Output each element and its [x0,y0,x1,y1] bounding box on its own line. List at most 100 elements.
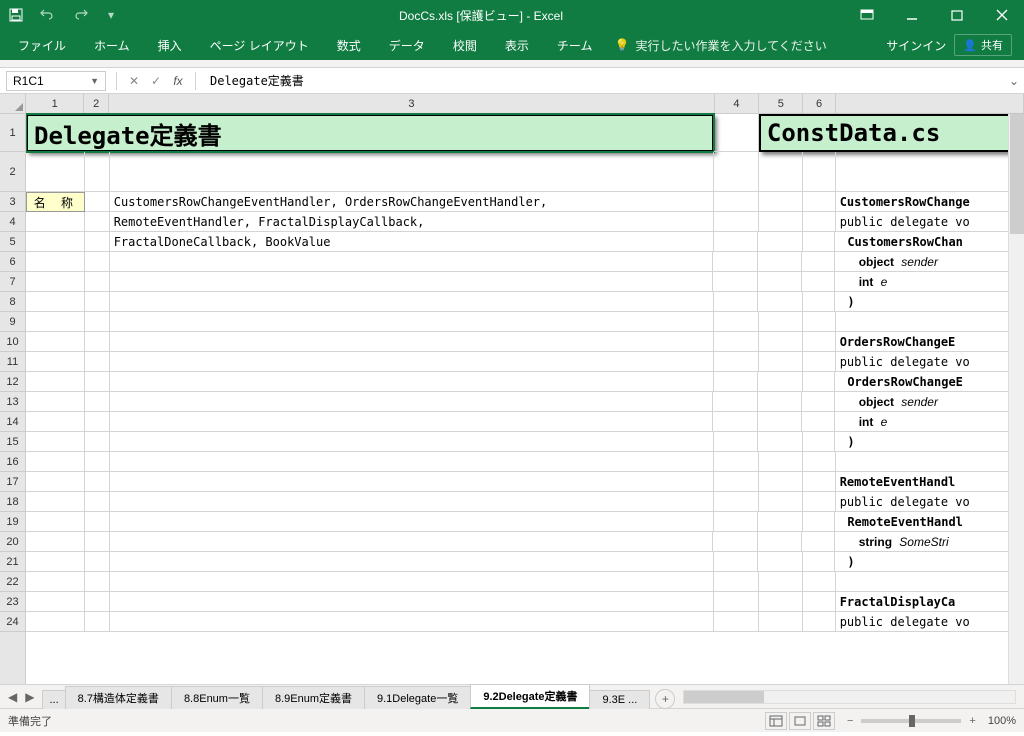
cell[interactable] [110,372,714,392]
cell[interactable] [836,572,1024,592]
fx-icon[interactable]: fx [167,74,189,88]
cell[interactable] [758,252,803,272]
formula-input[interactable]: Delegate定義書 [202,72,1004,89]
row-header[interactable]: 13 [0,392,25,412]
cell[interactable]: RemoteEventHandler, FractalDisplayCallba… [110,212,714,232]
cell[interactable] [85,252,110,272]
cell[interactable] [714,192,759,212]
cell[interactable] [26,552,85,572]
cell[interactable] [758,552,803,572]
row-header[interactable]: 15 [0,432,25,452]
tab-review[interactable]: 校閲 [439,30,491,60]
title-cell-right[interactable]: ConstData.cs [759,114,1024,152]
cell[interactable] [759,492,804,512]
row-header[interactable]: 1 [0,114,25,152]
cell[interactable]: string SomeStri [835,532,1024,552]
cell[interactable] [85,472,110,492]
cell[interactable] [85,392,110,412]
cell[interactable] [26,472,85,492]
cell[interactable] [110,492,714,512]
cell[interactable] [714,292,759,312]
zoom-slider[interactable]: − + [843,715,980,727]
cell[interactable] [26,412,85,432]
ribbon-display-icon[interactable] [844,0,889,30]
cell[interactable] [110,452,714,472]
sheet-tab-partial[interactable]: 9.3E ... [589,690,650,709]
cell[interactable] [713,272,758,292]
save-icon[interactable] [8,7,24,23]
cell[interactable] [803,152,835,192]
cell[interactable] [803,552,835,572]
cell[interactable] [85,352,110,372]
cell[interactable]: CustomersRowChange [836,192,1024,212]
row-header[interactable]: 20 [0,532,25,552]
cell[interactable]: CustomersRowChangeEventHandler, OrdersRo… [110,192,714,212]
cell[interactable] [714,114,759,152]
cell[interactable] [758,292,803,312]
cell[interactable] [803,492,835,512]
cell[interactable] [714,452,759,472]
tab-page-layout[interactable]: ページ レイアウト [196,30,323,60]
cell[interactable] [803,592,835,612]
cell[interactable] [803,292,835,312]
page-layout-view-icon[interactable] [789,712,811,730]
horizontal-scrollbar[interactable] [683,690,1016,704]
cell[interactable] [759,572,804,592]
row-header[interactable]: 3 [0,192,25,212]
zoom-level[interactable]: 100% [988,715,1016,727]
cell[interactable] [758,232,803,252]
cell[interactable]: RemoteEventHandl [835,512,1024,532]
cell[interactable] [85,512,110,532]
cell[interactable]: OrdersRowChangeE [835,372,1024,392]
cell[interactable] [26,152,85,192]
cell[interactable] [26,612,85,632]
row-header[interactable]: 5 [0,232,25,252]
cell[interactable] [85,192,110,212]
cell[interactable] [802,392,834,412]
row-header[interactable]: 17 [0,472,25,492]
cell[interactable] [759,312,804,332]
row-header[interactable]: 7 [0,272,25,292]
cell[interactable]: FractalDisplayCa [836,592,1024,612]
cell[interactable] [110,332,714,352]
cell[interactable] [714,372,759,392]
row-header[interactable]: 16 [0,452,25,472]
title-cell-left[interactable]: Delegate定義書 [26,114,714,152]
cell[interactable] [26,292,85,312]
cell[interactable] [758,272,803,292]
cell[interactable] [26,492,85,512]
cell[interactable] [110,472,714,492]
cell[interactable] [26,252,85,272]
cell[interactable] [110,272,713,292]
cell[interactable] [714,492,759,512]
row-header[interactable]: 8 [0,292,25,312]
cell[interactable] [802,532,834,552]
row-header[interactable]: 2 [0,152,25,192]
tab-home[interactable]: ホーム [80,30,144,60]
row-header[interactable]: 9 [0,312,25,332]
maximize-icon[interactable] [934,0,979,30]
cell[interactable]: RemoteEventHandl [836,472,1024,492]
row-header[interactable]: 6 [0,252,25,272]
cell[interactable] [26,532,85,552]
cell[interactable] [803,192,835,212]
cell[interactable] [803,512,835,532]
tab-file[interactable]: ファイル [4,30,80,60]
cell[interactable] [803,472,835,492]
cell[interactable] [110,532,713,552]
cell[interactable] [714,232,759,252]
zoom-in-icon[interactable]: + [965,715,979,727]
cell[interactable] [26,572,85,592]
tab-team[interactable]: チーム [543,30,607,60]
cell[interactable] [714,572,759,592]
cell[interactable]: ) [835,552,1024,572]
col-header[interactable]: 2 [84,94,109,113]
cell[interactable] [110,292,714,312]
cell[interactable] [759,472,804,492]
cell[interactable] [758,432,803,452]
cell[interactable] [803,352,835,372]
cell[interactable] [714,312,759,332]
cell[interactable]: int e [835,272,1024,292]
cell[interactable] [713,392,758,412]
share-button[interactable]: 👤 共有 [954,34,1012,56]
